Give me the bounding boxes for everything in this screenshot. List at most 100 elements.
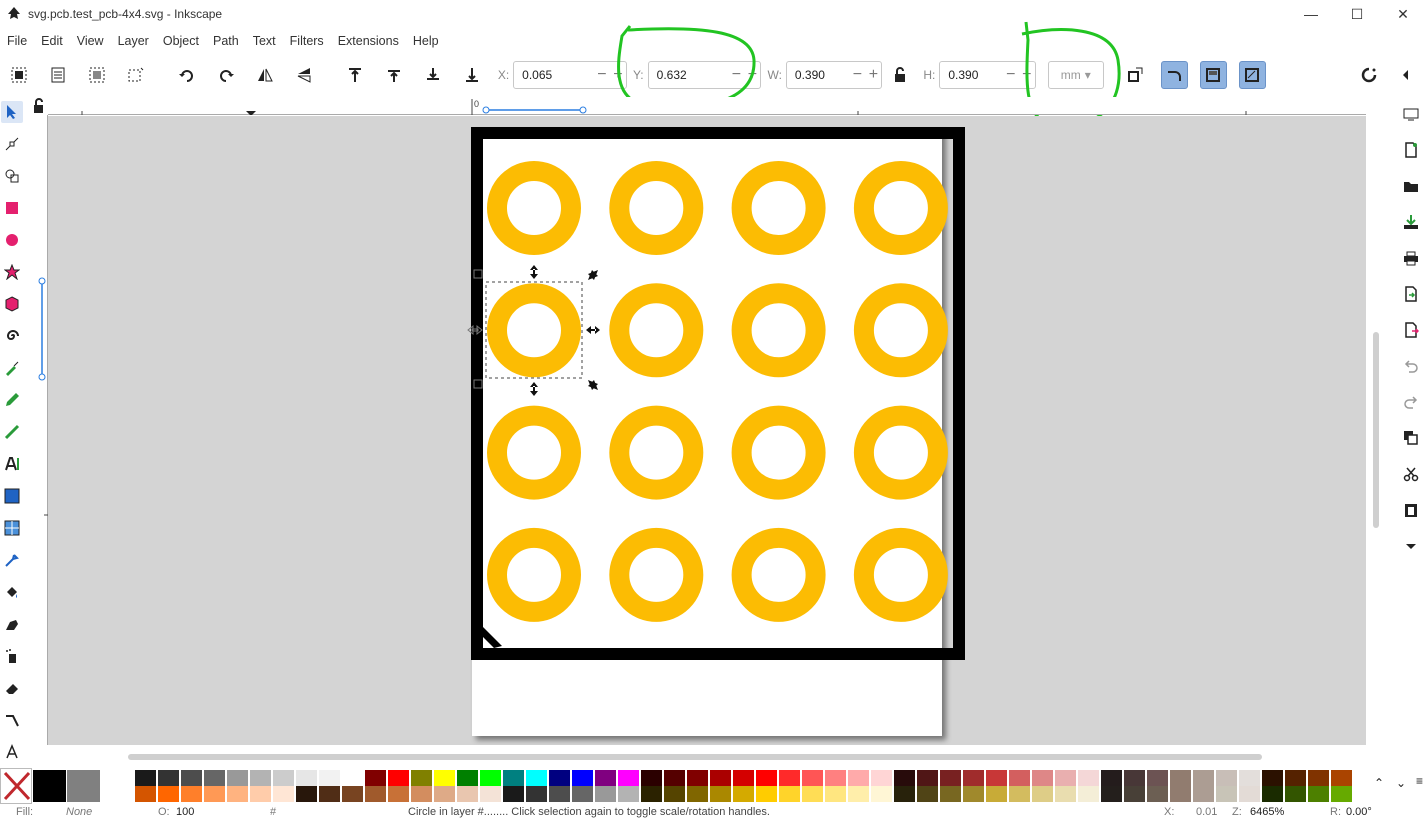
tool-spiral[interactable]	[1, 325, 23, 347]
flip-vertical-button[interactable]	[291, 61, 318, 89]
x-field[interactable]: 0.065 − +	[513, 61, 627, 89]
minimize-button[interactable]: —	[1288, 0, 1334, 28]
color-swatch[interactable]	[687, 770, 708, 786]
tool-paint-bucket[interactable]	[1, 581, 23, 603]
color-swatch[interactable]	[733, 770, 754, 786]
print-button[interactable]	[1396, 240, 1426, 276]
copy-button[interactable]	[1396, 420, 1426, 456]
color-swatch[interactable]	[365, 770, 386, 786]
color-swatch[interactable]	[940, 786, 961, 802]
color-swatch[interactable]	[664, 770, 685, 786]
color-swatch[interactable]	[986, 770, 1007, 786]
swatch-gray[interactable]	[67, 770, 100, 802]
h-decrement[interactable]: −	[1003, 66, 1019, 84]
menu-extensions[interactable]: Extensions	[331, 34, 406, 48]
raise-to-top-button[interactable]	[342, 61, 369, 89]
select-all-button[interactable]	[6, 61, 33, 89]
color-swatch[interactable]	[1331, 770, 1352, 786]
menu-view[interactable]: View	[70, 34, 111, 48]
color-swatch[interactable]	[503, 770, 524, 786]
open-button[interactable]	[1396, 168, 1426, 204]
color-swatch[interactable]	[1239, 786, 1260, 802]
tool-star[interactable]	[1, 261, 23, 283]
move-patterns-button[interactable]	[1238, 61, 1266, 89]
color-swatch[interactable]	[664, 786, 685, 802]
color-swatch[interactable]	[1331, 786, 1352, 802]
more-commands-button[interactable]	[1396, 528, 1426, 564]
scale-radii-button[interactable]	[1160, 61, 1188, 89]
lower-to-bottom-button[interactable]	[459, 61, 486, 89]
color-swatch[interactable]	[549, 786, 570, 802]
touch-select-button[interactable]	[123, 61, 150, 89]
color-swatch[interactable]	[457, 770, 478, 786]
color-swatch[interactable]	[365, 786, 386, 802]
color-swatch[interactable]	[595, 786, 616, 802]
color-swatch[interactable]	[434, 770, 455, 786]
color-swatch[interactable]	[1262, 770, 1283, 786]
color-swatch[interactable]	[181, 786, 202, 802]
w-increment[interactable]: +	[865, 66, 881, 84]
color-swatch[interactable]	[802, 770, 823, 786]
color-swatch[interactable]	[296, 770, 317, 786]
undo-button[interactable]	[1396, 348, 1426, 384]
no-paint-swatch[interactable]	[0, 768, 32, 804]
color-swatch[interactable]	[1193, 786, 1214, 802]
tool-eraser[interactable]	[1, 677, 23, 699]
paste-button[interactable]	[1396, 492, 1426, 528]
tool-mesh[interactable]	[1, 517, 23, 539]
color-swatch[interactable]	[802, 786, 823, 802]
tool-selector[interactable]	[1, 101, 23, 123]
color-swatch[interactable]	[710, 786, 731, 802]
color-swatch[interactable]	[687, 786, 708, 802]
color-swatch[interactable]	[710, 770, 731, 786]
rotate-cw-button[interactable]	[213, 61, 240, 89]
canvas[interactable]	[48, 116, 1366, 745]
color-swatch[interactable]	[1055, 786, 1076, 802]
new-document-button[interactable]	[1396, 132, 1426, 168]
y-decrement[interactable]: −	[728, 66, 744, 84]
color-swatch[interactable]	[1009, 786, 1030, 802]
color-swatch[interactable]	[480, 770, 501, 786]
fill-value[interactable]: None	[66, 806, 92, 818]
close-button[interactable]: ✕	[1380, 0, 1426, 28]
color-swatch[interactable]	[227, 786, 248, 802]
x-decrement[interactable]: −	[594, 66, 610, 84]
color-swatch[interactable]	[1216, 786, 1237, 802]
tool-rectangle[interactable]	[1, 197, 23, 219]
h-increment[interactable]: +	[1019, 66, 1035, 84]
color-swatch[interactable]	[1078, 770, 1099, 786]
color-swatch[interactable]	[181, 770, 202, 786]
color-swatch[interactable]	[158, 786, 179, 802]
tool-spray[interactable]	[1, 645, 23, 667]
raise-button[interactable]	[381, 61, 408, 89]
palette-menu[interactable]: ≡	[1416, 774, 1426, 794]
tool-pencil[interactable]	[1, 389, 23, 411]
color-swatch[interactable]	[618, 770, 639, 786]
document-drawing[interactable]	[48, 116, 1366, 745]
color-swatch[interactable]	[1285, 770, 1306, 786]
color-swatch[interactable]	[1216, 770, 1237, 786]
color-swatch[interactable]	[1032, 770, 1053, 786]
select-all-layers-button[interactable]	[45, 61, 72, 89]
snap-toggle-button[interactable]	[1356, 61, 1383, 89]
vertical-ruler[interactable]	[30, 115, 48, 745]
color-swatch[interactable]	[1147, 770, 1168, 786]
cut-button[interactable]	[1396, 456, 1426, 492]
color-swatch[interactable]	[434, 786, 455, 802]
color-swatch[interactable]	[158, 770, 179, 786]
ruler-lock-corner[interactable]	[30, 97, 48, 115]
color-swatch[interactable]	[227, 770, 248, 786]
palette-scroll-down[interactable]: ⌄	[1396, 776, 1412, 792]
color-swatch[interactable]	[1147, 786, 1168, 802]
tool-node[interactable]	[1, 133, 23, 155]
menu-edit[interactable]: Edit	[34, 34, 70, 48]
tool-ellipse[interactable]	[1, 229, 23, 251]
color-swatch[interactable]	[549, 770, 570, 786]
color-swatch[interactable]	[1308, 770, 1329, 786]
unit-dropdown[interactable]: mm ▾	[1047, 61, 1104, 89]
tool-dropper[interactable]	[1, 549, 23, 571]
color-swatch[interactable]	[411, 786, 432, 802]
swatch-white[interactable]	[101, 770, 134, 802]
color-swatch[interactable]	[917, 786, 938, 802]
color-swatch[interactable]	[1055, 770, 1076, 786]
